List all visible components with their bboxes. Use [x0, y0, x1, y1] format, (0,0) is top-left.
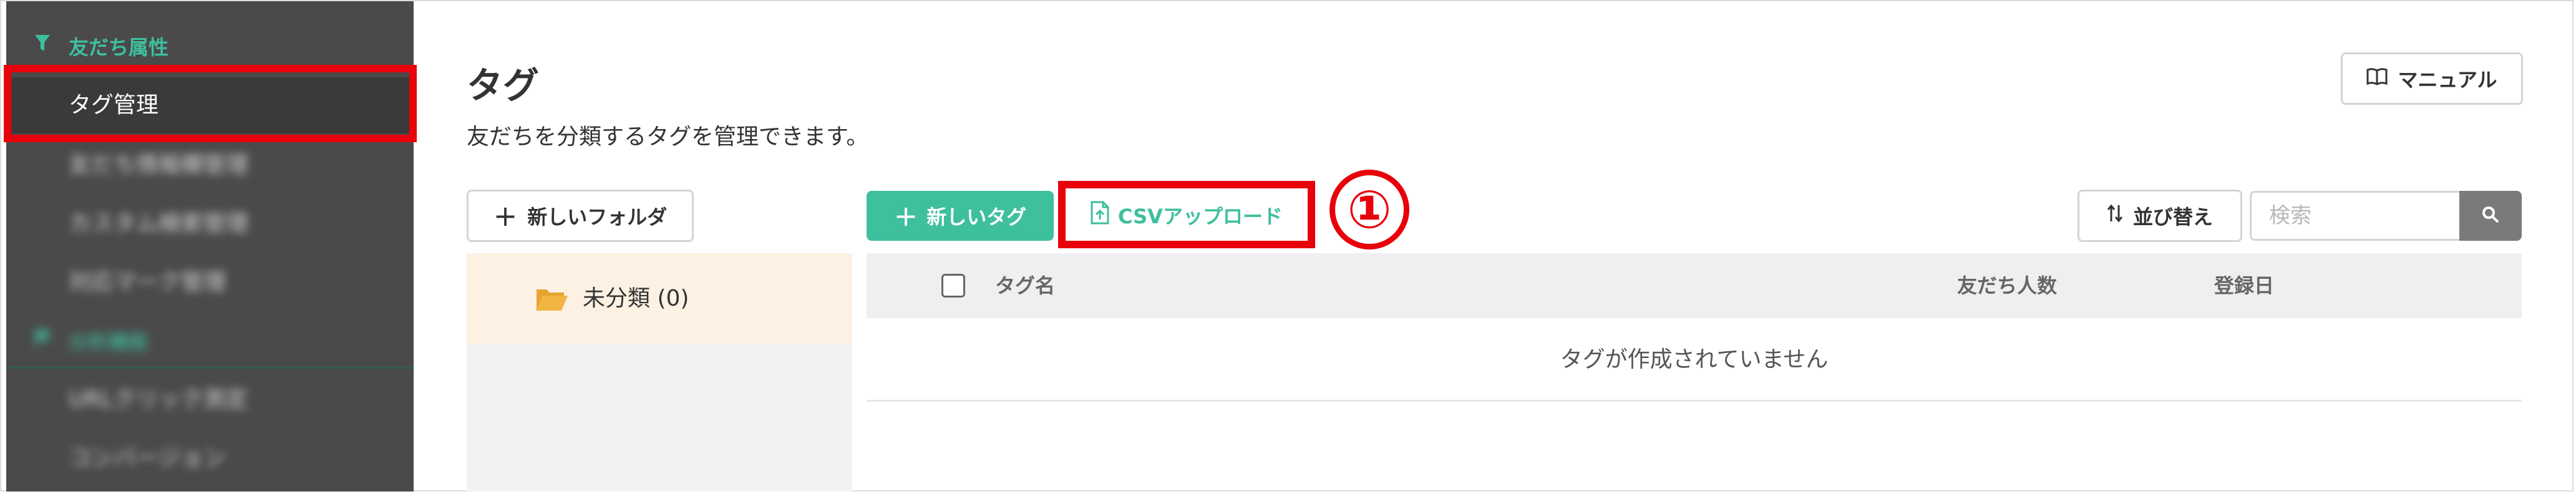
- folder-panel: 未分類 (0): [467, 253, 852, 492]
- highlight-box-sidebar: [4, 65, 417, 142]
- folder-open-icon: [535, 286, 569, 314]
- page-subtitle: 友だちを分類するタグを管理できます。: [467, 124, 869, 150]
- column-header-tag-name[interactable]: タグ名: [995, 253, 1055, 318]
- page-title: タグ: [467, 64, 540, 107]
- manual-button[interactable]: マニュアル: [2341, 52, 2523, 105]
- plus-icon: +: [893, 199, 918, 233]
- flag-icon: [35, 329, 51, 352]
- column-header-registered-date[interactable]: 登録日: [2214, 253, 2274, 318]
- sort-icon: [2107, 204, 2123, 228]
- manual-button-label: マニュアル: [2398, 68, 2497, 92]
- sort-button[interactable]: 並び替え: [2078, 190, 2242, 242]
- search-icon: [2482, 206, 2499, 226]
- sidebar-section-friends: 友だち属性: [6, 21, 414, 71]
- table-empty-row: タグが作成されていません: [867, 318, 2522, 402]
- column-header-friend-count[interactable]: 友だち人数: [1957, 253, 2057, 318]
- sidebar-item-label: コンバージョン: [69, 445, 226, 471]
- sidebar-divider: [6, 367, 414, 369]
- filter-icon: [35, 35, 50, 57]
- new-tag-button[interactable]: + 新しいタグ: [867, 191, 1054, 241]
- sort-label: 並び替え: [2132, 205, 2213, 229]
- new-tag-label: 新しいタグ: [926, 205, 1027, 229]
- new-folder-button[interactable]: + 新しいフォルダ: [467, 190, 694, 242]
- select-all-checkbox[interactable]: [941, 274, 965, 298]
- book-icon: [2366, 67, 2388, 90]
- sidebar-item-label: 友だち情報欄管理: [69, 152, 249, 178]
- folder-item-uncategorized[interactable]: 未分類 (0): [467, 253, 852, 344]
- sidebar-item-label: URLクリック測定: [69, 387, 248, 412]
- table-header: タグ名 友だち人数 登録日: [867, 253, 2522, 318]
- new-folder-label: 新しいフォルダ: [527, 205, 668, 229]
- step-marker: ①: [1329, 170, 1409, 249]
- plus-icon: +: [493, 199, 518, 233]
- sidebar-item-support-mark[interactable]: 対応マーク管理: [6, 254, 414, 311]
- folder-label: 未分類 (0): [583, 286, 689, 311]
- sidebar-section-analytics: 分析機能: [6, 316, 414, 366]
- highlight-box-csv: [1058, 181, 1315, 248]
- sidebar-item-conversion[interactable]: コンバージョン: [6, 430, 414, 487]
- search-button[interactable]: [2459, 191, 2522, 241]
- sidebar-item-url-click[interactable]: URLクリック測定: [6, 372, 414, 428]
- sidebar-item-custom-search[interactable]: カスタム検索管理: [6, 196, 414, 252]
- search-input[interactable]: [2250, 191, 2459, 241]
- sidebar-item-friend-info[interactable]: 友だち情報欄管理: [6, 137, 414, 193]
- sidebar-section-label: 友だち属性: [69, 36, 169, 59]
- search-box: [2250, 191, 2522, 241]
- sidebar-item-label: 対応マーク管理: [69, 269, 226, 295]
- sidebar-section-label: 分析機能: [69, 330, 149, 354]
- sidebar-item-label: カスタム検索管理: [69, 211, 249, 236]
- empty-message: タグが作成されていません: [1560, 347, 1829, 372]
